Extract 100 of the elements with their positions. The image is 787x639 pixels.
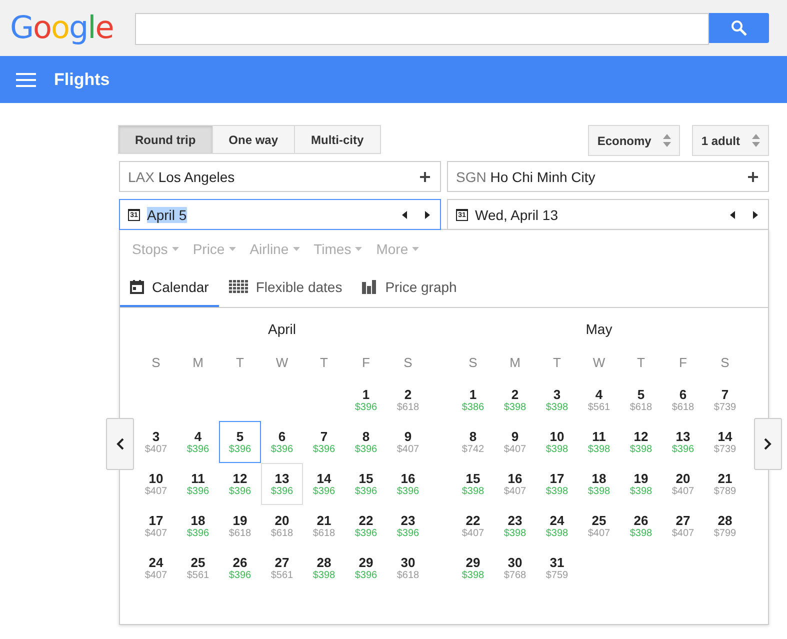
calendar-day[interactable]: 12 $396 <box>219 463 261 505</box>
calendar-day[interactable]: 7 $396 <box>303 421 345 463</box>
cabin-select[interactable]: Economy <box>588 125 680 156</box>
calendar-day[interactable]: 8 $396 <box>345 421 387 463</box>
spinner-icon <box>663 134 672 147</box>
calendar-day[interactable]: 19 $618 <box>219 505 261 547</box>
calendar-day[interactable]: 2 $398 <box>494 379 536 421</box>
calendar-day[interactable]: 8 $742 <box>452 421 494 463</box>
calendar-day[interactable]: 27 $407 <box>662 505 704 547</box>
calendar-day[interactable]: 21 $618 <box>303 505 345 547</box>
calendar-day[interactable]: 15 $396 <box>345 463 387 505</box>
calendar-day[interactable]: 14 $396 <box>303 463 345 505</box>
calendar-day[interactable]: 23 $398 <box>494 505 536 547</box>
next-icon[interactable] <box>425 210 430 218</box>
calendar-day[interactable]: 18 $396 <box>177 505 219 547</box>
calendar-day[interactable]: 16 $407 <box>494 463 536 505</box>
calendar-day[interactable]: 6 $396 <box>261 421 303 463</box>
caret-icon <box>228 247 236 251</box>
weekday-label: F <box>361 355 371 370</box>
plus-icon[interactable] <box>420 172 430 182</box>
previous-icon[interactable] <box>402 210 407 218</box>
calendar-day[interactable]: 13 $396 <box>662 421 704 463</box>
view-tab[interactable]: Price graph <box>352 268 467 307</box>
weekday-label: S <box>468 355 478 370</box>
bar-chart-icon <box>362 280 378 294</box>
calendar-day[interactable]: 9 $407 <box>387 421 429 463</box>
calendar-day[interactable]: 3 $398 <box>536 379 578 421</box>
calendar-day[interactable]: 24 $398 <box>536 505 578 547</box>
calendar-day[interactable]: 5 $396 <box>219 421 261 463</box>
trip-type-button[interactable]: One way <box>212 125 296 154</box>
calendar-day[interactable]: 25 $561 <box>177 547 219 589</box>
calendar-day[interactable]: 17 $398 <box>536 463 578 505</box>
weekday-label: M <box>192 355 204 370</box>
calendar-day[interactable]: 30 $768 <box>494 547 536 589</box>
app-title: Flights <box>54 70 110 90</box>
origin-field[interactable]: LAX Los Angeles <box>119 161 441 192</box>
calendar-day[interactable]: 2 $618 <box>387 379 429 421</box>
calendar-day[interactable]: 12 $398 <box>620 421 662 463</box>
passengers-select[interactable]: 1 adult <box>692 125 769 156</box>
caret-icon <box>292 247 300 251</box>
menu-icon[interactable] <box>16 72 36 86</box>
calendar-day[interactable]: 22 $407 <box>452 505 494 547</box>
calendar-day[interactable]: 13 $396 <box>261 463 303 505</box>
calendar-day[interactable]: 1 $386 <box>452 379 494 421</box>
search-field[interactable] <box>135 13 709 45</box>
weekday-label: W <box>274 355 290 370</box>
view-tab[interactable]: Flexible dates <box>218 268 352 307</box>
calendar-day[interactable]: 16 $396 <box>387 463 429 505</box>
calendar-day[interactable]: 25 $407 <box>578 505 620 547</box>
view-tab[interactable]: Calendar <box>120 268 219 307</box>
calendar-day[interactable]: 10 $398 <box>536 421 578 463</box>
calendar-day[interactable]: 20 $407 <box>662 463 704 505</box>
calendar-day[interactable]: 9 $407 <box>494 421 536 463</box>
destination-field[interactable]: SGN Ho Chi Minh City <box>447 161 769 192</box>
calendar-day[interactable]: 4 $561 <box>578 379 620 421</box>
weekday-label: T <box>552 355 562 370</box>
calendar-day[interactable]: 5 $618 <box>620 379 662 421</box>
plus-icon[interactable] <box>748 172 758 182</box>
calendar-day[interactable]: 17 $407 <box>135 505 177 547</box>
calendar-day[interactable]: 10 $407 <box>135 463 177 505</box>
calendar-day[interactable]: 29 $398 <box>452 547 494 589</box>
caret-icon <box>412 247 420 251</box>
weekday-label: W <box>592 355 606 370</box>
calendar-day[interactable]: 27 $561 <box>261 547 303 589</box>
calendar-day[interactable]: 4 $396 <box>177 421 219 463</box>
calendar-day[interactable]: 20 $618 <box>261 505 303 547</box>
caret-icon <box>355 247 362 251</box>
month-title: April <box>266 321 297 337</box>
search-button[interactable] <box>709 13 769 43</box>
chevron-left-icon <box>116 438 124 450</box>
calendar-day[interactable]: 24 $407 <box>135 547 177 589</box>
calendar-day[interactable]: 3 $407 <box>135 421 177 463</box>
weekday-label: S <box>720 355 730 370</box>
calendar-day[interactable]: 23 $396 <box>387 505 429 547</box>
calendar-day[interactable]: 26 $396 <box>219 547 261 589</box>
calendar-day[interactable]: 18 $398 <box>578 463 620 505</box>
calendar-day[interactable]: 19 $398 <box>620 463 662 505</box>
trip-type-button[interactable]: Multi-city <box>294 125 381 154</box>
weekday-label: F <box>678 355 688 370</box>
calendar-day[interactable]: 29 $396 <box>345 547 387 589</box>
calendar-day[interactable]: 11 $396 <box>177 463 219 505</box>
calendar-day[interactable]: 1 $396 <box>345 379 387 421</box>
calendar-day[interactable]: 28 $398 <box>303 547 345 589</box>
calendar-day[interactable]: 28 $799 <box>704 505 746 547</box>
month-title: May <box>584 321 614 337</box>
previous-icon[interactable] <box>730 210 735 218</box>
calendar-day[interactable]: 7 $739 <box>704 379 746 421</box>
weekday-label: T <box>636 355 646 370</box>
calendar-day[interactable]: 21 $789 <box>704 463 746 505</box>
calendar-day[interactable]: 30 $618 <box>387 547 429 589</box>
calendar-day[interactable]: 6 $618 <box>662 379 704 421</box>
calendar-day[interactable]: 31 $759 <box>536 547 578 589</box>
calendar-day[interactable]: 22 $396 <box>345 505 387 547</box>
calendar-day[interactable]: 14 $739 <box>704 421 746 463</box>
calendar-day[interactable]: 11 $398 <box>578 421 620 463</box>
trip-type-button[interactable]: Round trip <box>118 125 213 154</box>
calendar-day[interactable]: 15 $398 <box>452 463 494 505</box>
next-icon[interactable] <box>753 210 758 218</box>
caret-icon <box>172 247 179 251</box>
calendar-day[interactable]: 26 $398 <box>620 505 662 547</box>
